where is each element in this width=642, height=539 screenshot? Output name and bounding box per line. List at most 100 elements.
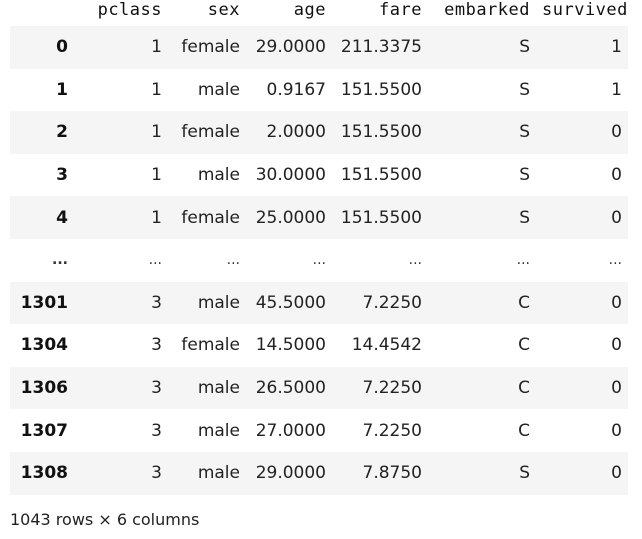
header-row: pclass sex age fare embarked survived: [10, 0, 628, 26]
cell-survived: 1: [611, 37, 622, 58]
table-row: 1304 3 female 14.5000 14.4542 C 0: [10, 324, 628, 367]
column-header-embarked: embarked: [444, 0, 530, 20]
column-header-age: age: [293, 0, 326, 20]
cell-pclass: 3: [151, 378, 162, 399]
cell-fare: 7.2250: [362, 420, 422, 441]
cell-pclass: 1: [151, 79, 162, 100]
cell-age: 25.0000: [255, 207, 326, 228]
cell-pclass: 1: [151, 165, 162, 186]
column-header-survived: survived: [542, 0, 628, 20]
cell-sex: male: [197, 420, 240, 441]
table-row: 1306 3 male 26.5000 7.2250 C 0: [10, 366, 628, 410]
cell-survived: 0: [611, 122, 622, 143]
cell-age: 2.0000: [266, 122, 326, 143]
column-header-sex: sex: [207, 0, 240, 20]
cell-age: 27.0000: [255, 420, 326, 441]
dataframe-table: pclass sex age fare embarked survived 01…: [10, 0, 628, 495]
cell-embarked: C: [518, 335, 530, 356]
cell-survived: 0: [611, 335, 622, 356]
row-index: ...: [52, 252, 68, 269]
cell-embarked: C: [518, 292, 530, 313]
column-header-fare: fare: [379, 0, 422, 20]
table-body: 0 1 female 29.0000 211.3375 S 1 1 1 male 0.9167 151…: [10, 26, 628, 495]
cell-age: ...: [312, 252, 326, 269]
cell-fare: ...: [408, 252, 422, 269]
cell-sex: male: [197, 79, 240, 100]
table-row: 1307 3 male 27.0000 7.2250 C 0: [10, 409, 628, 452]
cell-pclass: 3: [151, 292, 162, 313]
cell-sex: female: [181, 207, 240, 228]
cell-sex: female: [181, 37, 240, 58]
cell-embarked: C: [518, 378, 530, 399]
table-row: 1 1 male 0.9167 151.5500 S 1: [10, 69, 628, 112]
row-index: 1: [56, 79, 68, 100]
cell-age: 0.9167: [266, 79, 326, 100]
cell-embarked: S: [519, 79, 530, 100]
cell-fare: 211.3375: [340, 37, 422, 58]
table-row: 0 1 female 29.0000 211.3375 S 1: [10, 26, 628, 69]
cell-embarked: S: [519, 463, 530, 484]
row-index: 1304: [20, 335, 68, 356]
cell-age: 29.0000: [255, 463, 326, 484]
table-row: 3 1 male 30.0000 151.5500 S 0: [10, 154, 628, 197]
row-index: 0: [56, 37, 68, 58]
cell-fare: 14.4542: [351, 335, 422, 356]
cell-sex: male: [197, 378, 240, 399]
cell-embarked: S: [519, 207, 530, 228]
row-index: 1301: [20, 292, 68, 313]
column-header-pclass: pclass: [97, 0, 162, 20]
cell-fare: 151.5500: [340, 79, 422, 100]
cell-embarked: S: [519, 122, 530, 143]
cell-embarked: S: [519, 37, 530, 58]
dataframe-output: pclass sex age fare embarked survived 01…: [10, 0, 628, 495]
cell-pclass: ...: [148, 252, 162, 269]
cell-age: 26.5000: [255, 378, 326, 399]
cell-sex: male: [197, 165, 240, 186]
cell-embarked: S: [519, 165, 530, 186]
cell-sex: female: [181, 335, 240, 356]
dataframe-shape-summary: 1043 rows × 6 columns: [10, 510, 200, 529]
cell-pclass: 1: [151, 207, 162, 228]
cell-fare: 7.2250: [362, 292, 422, 313]
index-header: [10, 0, 74, 26]
cell-survived: ...: [608, 252, 622, 269]
row-index: 1307: [20, 420, 68, 441]
table-row: 1308 3 male 29.0000 7.8750 S 0: [10, 451, 628, 495]
cell-survived: 0: [611, 207, 622, 228]
row-index: 3: [56, 165, 68, 186]
table-row: .....................: [10, 239, 628, 282]
row-index: 1306: [20, 378, 68, 399]
cell-fare: 151.5500: [340, 207, 422, 228]
cell-survived: 0: [611, 378, 622, 399]
cell-fare: 151.5500: [340, 165, 422, 186]
cell-sex: male: [197, 463, 240, 484]
cell-age: 14.5000: [255, 335, 326, 356]
cell-pclass: 1: [151, 122, 162, 143]
table-row: 2 1 female 2.0000 151.5500 S 0: [10, 111, 628, 154]
row-index: 4: [56, 207, 68, 228]
table-row: 1301 3 male 45.5000 7.2250 C 0: [10, 281, 628, 325]
row-index: 2: [56, 122, 68, 143]
table-header: pclass sex age fare embarked survived: [10, 0, 628, 26]
row-index: 1308: [20, 463, 68, 484]
cell-survived: 0: [611, 292, 622, 313]
cell-pclass: 3: [151, 335, 162, 356]
cell-age: 45.5000: [255, 292, 326, 313]
cell-fare: 151.5500: [340, 122, 422, 143]
table-row: 4 1 female 25.0000 151.5500 S 0: [10, 196, 628, 239]
cell-pclass: 1: [151, 37, 162, 58]
cell-survived: 0: [611, 463, 622, 484]
cell-survived: 1: [611, 79, 622, 100]
cell-sex: female: [181, 122, 240, 143]
cell-age: 29.0000: [255, 37, 326, 58]
cell-pclass: 3: [151, 420, 162, 441]
cell-embarked: C: [518, 420, 530, 441]
cell-survived: 0: [611, 165, 622, 186]
cell-pclass: 3: [151, 463, 162, 484]
cell-survived: 0: [611, 420, 622, 441]
cell-fare: 7.2250: [362, 378, 422, 399]
cell-embarked: ...: [516, 252, 530, 269]
cell-sex: ...: [226, 252, 240, 269]
cell-fare: 7.8750: [362, 463, 422, 484]
cell-sex: male: [197, 292, 240, 313]
